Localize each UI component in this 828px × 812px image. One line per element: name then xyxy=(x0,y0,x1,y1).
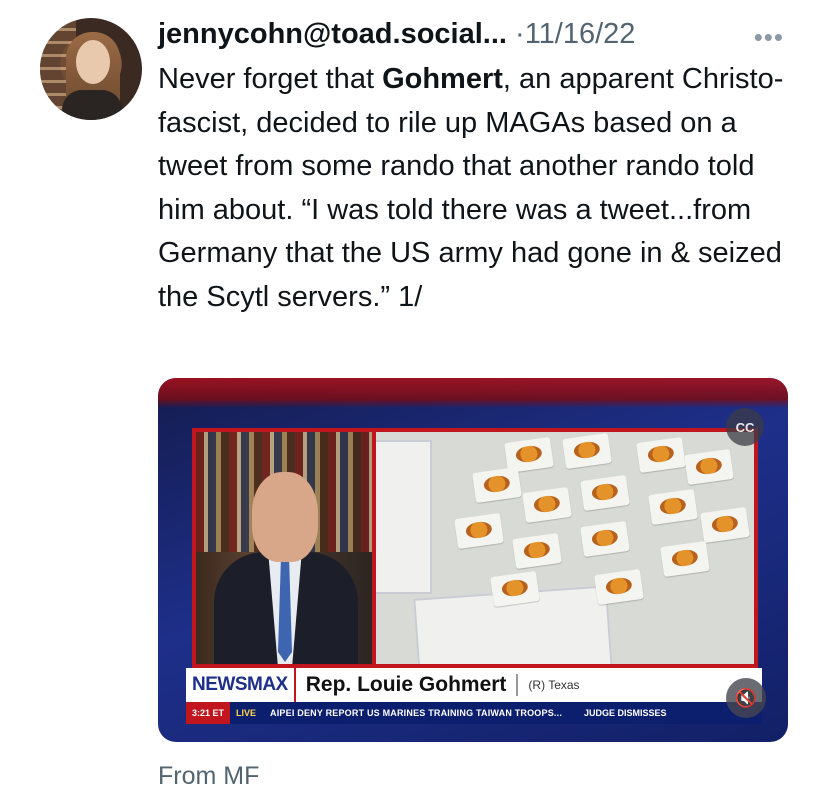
sticker xyxy=(454,512,504,550)
sticker xyxy=(648,488,698,526)
header-separator: · xyxy=(515,18,525,50)
post-date[interactable]: 11/16/22 xyxy=(525,18,636,50)
post-header: jennycohn@toad.social... ·11/16/22 xyxy=(158,14,635,54)
sticker xyxy=(594,568,644,606)
sticker xyxy=(562,432,612,470)
sticker xyxy=(512,532,562,570)
post-text-part-2: , an apparent Christo-fascist, decided t… xyxy=(158,63,784,313)
sticker xyxy=(684,448,734,486)
speaker-video xyxy=(196,432,372,664)
speaker-party: (R) Texas xyxy=(528,678,580,692)
user-handle[interactable]: jennycohn@toad.social... xyxy=(158,18,507,50)
sticker xyxy=(490,570,540,608)
ticker-text: AIPEI DENY REPORT US MARINES TRAINING TA… xyxy=(270,708,563,718)
video-top-band xyxy=(158,378,788,408)
news-ticker: 3:21 ET LIVE AIPEI DENY REPORT US MARINE… xyxy=(186,702,762,724)
sticker xyxy=(472,466,522,504)
speaker-head xyxy=(252,472,318,562)
sticker xyxy=(660,540,710,578)
newsmax-logo: NEWSMAX xyxy=(186,668,296,702)
sticker xyxy=(522,486,572,524)
sticker xyxy=(700,506,750,544)
sticker xyxy=(636,436,686,474)
mute-icon[interactable]: 🔇 xyxy=(726,678,766,718)
closed-captions-icon[interactable]: CC xyxy=(726,408,764,446)
avatar[interactable] xyxy=(40,18,142,120)
lower-third-divider xyxy=(516,674,519,696)
ticker-tail: JUDGE DISMISSES xyxy=(584,708,667,718)
post-text-bold: Gohmert xyxy=(382,63,503,95)
avatar-face xyxy=(76,40,110,84)
video-player[interactable]: CC NEWSMAX Rep. Louie Gohmert (R) Texas … xyxy=(158,378,788,742)
ballot-stickers-video xyxy=(376,432,754,664)
sticker xyxy=(580,474,630,512)
post-text-part-1: Never forget that xyxy=(158,63,383,95)
document-sheet xyxy=(376,440,432,594)
more-options-icon[interactable]: ••• xyxy=(754,22,784,53)
post-footer: From MF xyxy=(158,762,260,790)
ticker-live: LIVE xyxy=(236,708,257,718)
sticker xyxy=(580,520,630,558)
speaker-name: Rep. Louie Gohmert xyxy=(305,673,507,696)
post-text: Never forget that Gohmert, an apparent C… xyxy=(158,58,798,319)
lower-third: NEWSMAX Rep. Louie Gohmert (R) Texas xyxy=(186,668,762,702)
ticker-time: 3:21 ET xyxy=(186,702,231,724)
avatar-body xyxy=(62,90,122,120)
